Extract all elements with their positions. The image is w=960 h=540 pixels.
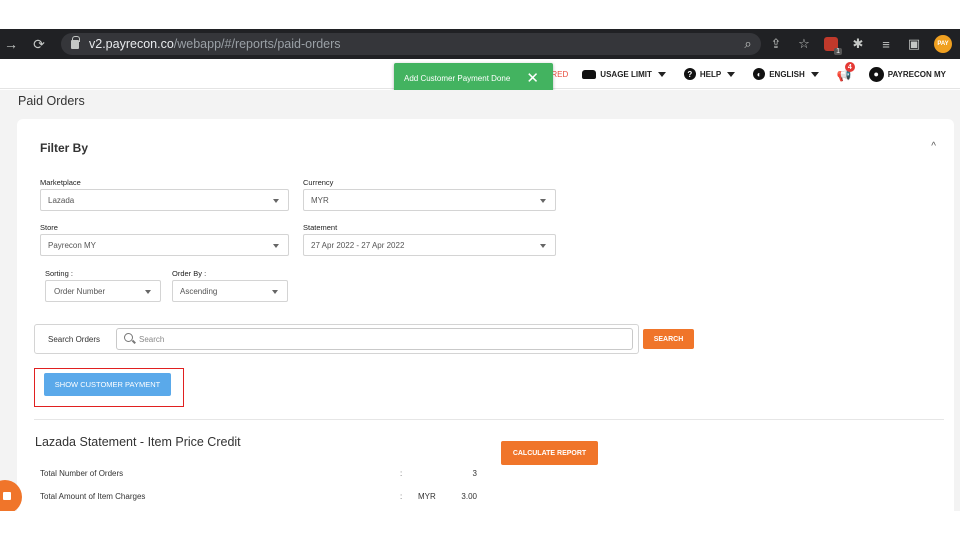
toast-message: Add Customer Payment Done	[404, 73, 511, 83]
collapse-chevron-icon[interactable]: ^	[931, 141, 936, 152]
help-menu[interactable]: ? HELP	[683, 68, 736, 80]
caret-down-icon	[727, 71, 736, 77]
user-menu[interactable]: ● PAYRECON MY	[868, 66, 946, 82]
currency-select[interactable]: MYR	[303, 189, 556, 211]
store-select[interactable]: Payrecon MY	[40, 234, 289, 256]
extension-icon[interactable]: 1	[824, 37, 842, 55]
extension-badge: 1	[834, 48, 842, 55]
bottom-margin	[0, 511, 960, 540]
page-title: Paid Orders	[18, 94, 85, 108]
summary-colon: :	[400, 469, 403, 478]
search-placeholder: Search	[139, 334, 165, 344]
summary-currency: MYR	[418, 492, 436, 501]
url-host: v2.payrecon.co	[89, 37, 174, 51]
order-by-select[interactable]: Ascending	[172, 280, 288, 302]
search-orders-box: Search Orders Search	[34, 324, 639, 354]
currency-value: MYR	[311, 195, 329, 205]
summary-colon: :	[400, 492, 403, 501]
car-icon	[582, 69, 597, 79]
statement-label: Statement	[303, 223, 338, 232]
address-bar[interactable]: v2.payrecon.co/webapp/#/reports/paid-ord…	[61, 33, 761, 55]
usage-limit-label: USAGE LIMIT	[600, 69, 652, 79]
success-toast: Add Customer Payment Done ✕	[394, 63, 553, 93]
megaphone-icon: 📢 4	[837, 62, 855, 82]
calculate-report-button[interactable]: CALCULATE REPORT	[501, 441, 598, 465]
section-divider	[34, 419, 944, 420]
dropdown-arrow-icon	[273, 199, 279, 203]
dropdown-arrow-icon	[540, 199, 546, 203]
search-icon	[124, 333, 133, 342]
user-icon: ●	[868, 66, 884, 82]
help-label: HELP	[699, 69, 722, 79]
filter-card: Filter By ^ Marketplace Lazada Currency …	[17, 119, 954, 519]
dropdown-arrow-icon	[272, 290, 278, 294]
reading-list-icon[interactable]: ≡	[878, 37, 894, 52]
caret-down-icon	[810, 71, 819, 77]
sorting-select[interactable]: Order Number	[45, 280, 161, 302]
lock-icon	[71, 35, 80, 49]
summary-label: Total Amount of Item Charges	[40, 492, 146, 501]
globe-icon: ◐	[753, 68, 766, 80]
store-value: Payrecon MY	[48, 240, 97, 250]
search-orders-label: Search Orders	[48, 335, 101, 344]
notifications-button[interactable]: 📢 4	[837, 62, 855, 82]
show-customer-payment-button[interactable]: SHOW CUSTOMER PAYMENT	[44, 373, 171, 396]
marketplace-value: Lazada	[48, 195, 75, 205]
summary-value: 3.00	[461, 492, 477, 501]
user-name: PAYRECON MY	[887, 69, 946, 79]
language-menu[interactable]: ◐ ENGLISH	[753, 68, 819, 80]
search-button[interactable]: SEARCH	[643, 329, 694, 349]
filter-title: Filter By	[40, 141, 89, 155]
order-by-value: Ascending	[180, 286, 218, 296]
usage-limit-menu[interactable]: USAGE LIMIT	[582, 69, 666, 79]
help-icon: ?	[683, 68, 696, 80]
bookmark-star-icon[interactable]: ☆	[796, 36, 812, 52]
search-input[interactable]: Search	[116, 328, 633, 350]
browser-toolbar: → ⟳ v2.payrecon.co/webapp/#/reports/paid…	[0, 29, 960, 59]
order-by-label: Order By :	[172, 269, 207, 278]
marketplace-label: Marketplace	[40, 178, 81, 187]
sorting-value: Order Number	[54, 286, 106, 296]
top-margin	[0, 0, 960, 29]
payrecon-extension-icon[interactable]: PAY	[934, 35, 952, 53]
zoom-icon[interactable]: ⌕	[740, 36, 756, 52]
statement-value: 27 Apr 2022 - 27 Apr 2022	[311, 240, 405, 250]
share-icon[interactable]: ⇪	[768, 36, 784, 52]
url-path: /webapp/#/reports/paid-orders	[173, 37, 341, 51]
currency-label: Currency	[303, 178, 334, 187]
notification-badge: 4	[844, 62, 855, 72]
statement-title: Lazada Statement - Item Price Credit	[35, 435, 241, 449]
marketplace-select[interactable]: Lazada	[40, 189, 289, 211]
forward-icon[interactable]: →	[0, 36, 22, 52]
sorting-label: Sorting :	[45, 269, 73, 278]
puzzle-extensions-icon[interactable]: ✱	[850, 36, 866, 52]
dropdown-arrow-icon	[145, 290, 151, 294]
page-content: Paid Orders Filter By ^ Marketplace Laza…	[0, 90, 960, 519]
store-label: Store	[40, 223, 58, 232]
summary-label: Total Number of Orders	[40, 469, 124, 478]
summary-value: 3	[472, 469, 477, 478]
caret-down-icon	[657, 71, 666, 77]
dropdown-arrow-icon	[540, 244, 546, 248]
browser-actions: ⌕ ⇪ ☆ 1 ✱ ≡ ▣ PAY	[740, 29, 952, 59]
dropdown-arrow-icon	[273, 244, 279, 248]
reload-icon[interactable]: ⟳	[28, 36, 50, 53]
side-panel-icon[interactable]: ▣	[906, 36, 922, 52]
close-icon[interactable]: ✕	[526, 69, 539, 87]
header-menu: PIRED USAGE LIMIT ? HELP ◐ ENGLISH 📢 4 ● …	[544, 59, 946, 89]
statement-select[interactable]: 27 Apr 2022 - 27 Apr 2022	[303, 234, 556, 256]
language-label: ENGLISH	[769, 69, 805, 79]
